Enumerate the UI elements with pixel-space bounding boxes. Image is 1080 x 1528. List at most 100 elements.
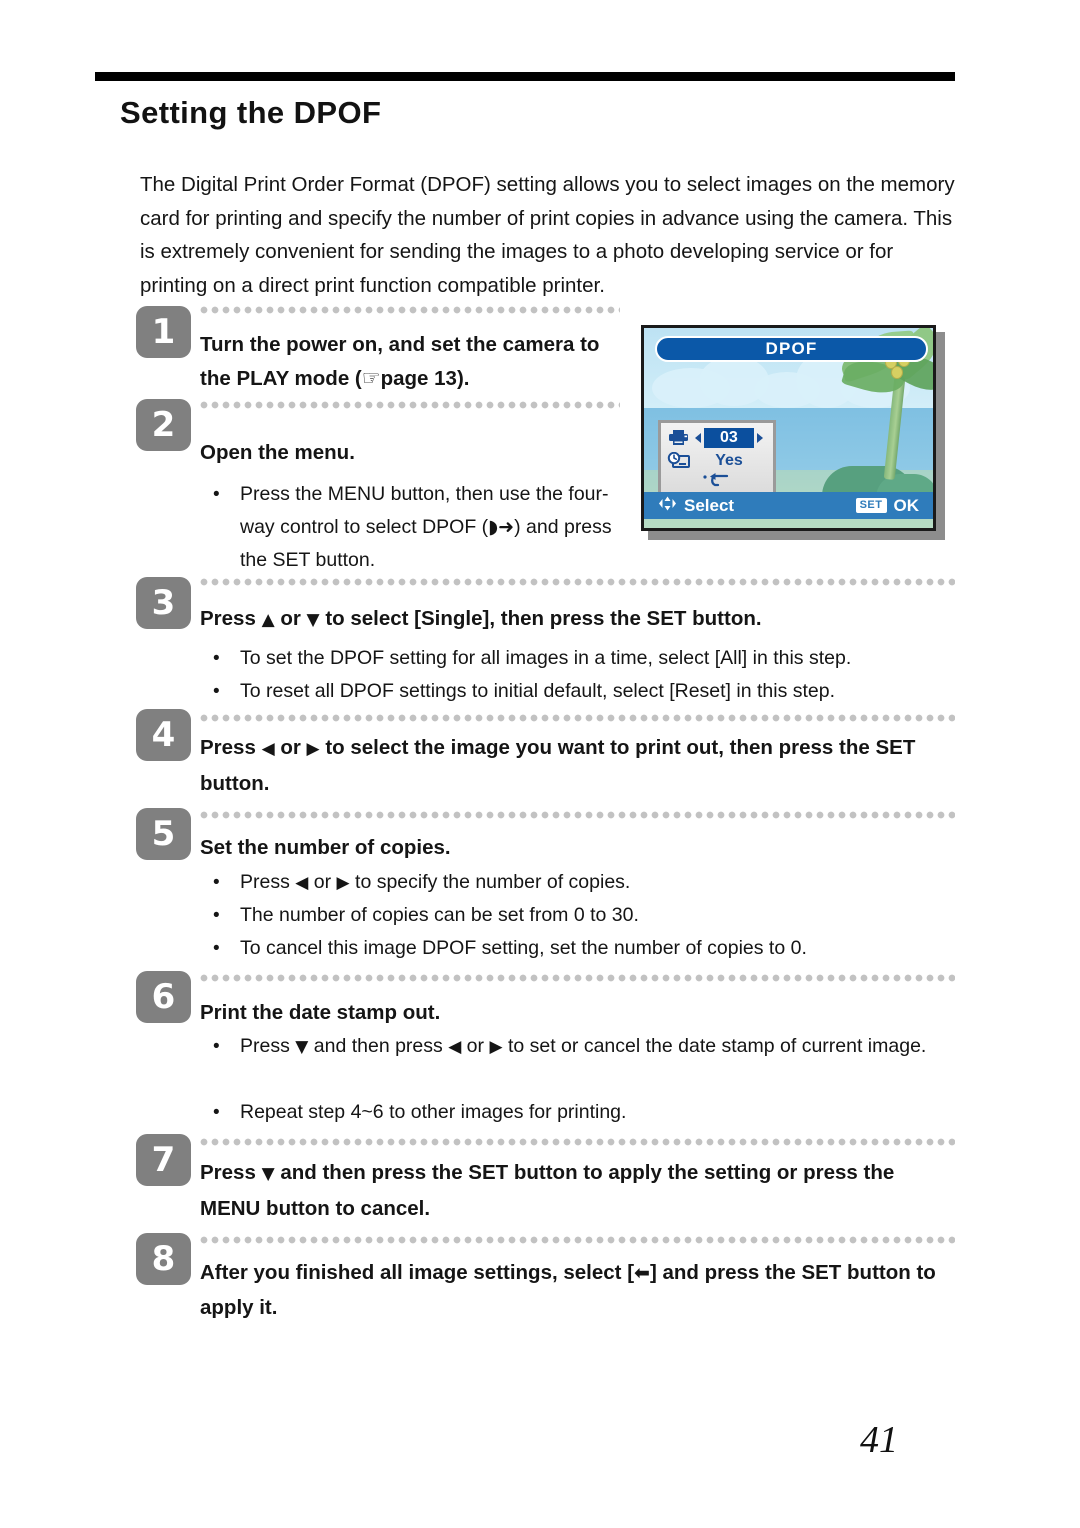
bullet-text-b: or	[308, 871, 337, 893]
step-divider	[200, 811, 955, 819]
return-arrow-icon	[702, 473, 732, 492]
step-4-lead: Press ◀ or ▶ to select the image you wan…	[200, 731, 955, 800]
bullet-text: Press ▼ and then press ◀ or ▶ to set or …	[213, 1030, 958, 1064]
down-arrow-icon: ▼	[306, 610, 320, 630]
return-arrow-icon: ⬅	[634, 1262, 650, 1284]
bullet-marker: •	[213, 648, 220, 669]
lcd-set-label: OK	[893, 495, 920, 515]
bullet-text: Repeat step 4~6 to other images for prin…	[240, 1101, 627, 1123]
step-number-badge: 6	[136, 971, 191, 1023]
step-6-bullet-1: • Press ▼ and then press ◀ or ▶ to set o…	[213, 1030, 958, 1064]
step-divider	[200, 401, 620, 409]
left-arrow-icon	[695, 432, 701, 443]
step-divider	[200, 974, 955, 982]
step-divider	[200, 1236, 955, 1244]
step-divider	[200, 714, 955, 722]
right-arrow-icon: ▶	[336, 873, 350, 893]
step-divider	[200, 306, 620, 314]
left-arrow-icon: ◀	[295, 873, 309, 893]
bullet-marker: •	[213, 1102, 220, 1123]
step-3-lead-a: Press	[200, 607, 262, 630]
four-way-arrows-icon	[658, 496, 677, 515]
bullet-marker: •	[213, 872, 220, 893]
return-row	[661, 471, 773, 494]
step-2-bullet-1: • Press the MENU button, then use the fo…	[213, 478, 638, 577]
lcd-nav-label: Select	[684, 495, 735, 515]
step-divider	[200, 1138, 955, 1146]
step-7-lead: Press ▼ and then press the SET button to…	[200, 1156, 955, 1225]
bullet-text-c: or	[461, 1035, 490, 1057]
bullet-text-b: and then press	[308, 1035, 449, 1057]
lcd-screen: DPOF 03 Yes Select SET OK	[641, 325, 936, 531]
bullet-text: The number of copies can be set from 0 t…	[240, 904, 639, 926]
bullet-text-c: to specify the number of copies.	[349, 871, 631, 893]
bullet-text-d: to set or cancel the date stamp of curre…	[502, 1035, 927, 1057]
step-3-bullet-1: • To set the DPOF setting for all images…	[213, 642, 958, 675]
intro-paragraph: The Digital Print Order Format (DPOF) se…	[140, 173, 955, 297]
bullet-text: To reset all DPOF settings to initial de…	[240, 680, 836, 702]
step-1-text-b: page 13).	[380, 366, 470, 390]
step-7-lead-a: Press	[200, 1161, 262, 1184]
dpof-arrow-icon: ◗➜	[488, 516, 515, 538]
step-5-bullet-3: • To cancel this image DPOF setting, set…	[213, 932, 958, 965]
step-5-bullet-2: • The number of copies can be set from 0…	[213, 899, 958, 932]
camera-lcd-illustration: DPOF 03 Yes Select SET OK	[641, 325, 945, 540]
step-number-badge: 2	[136, 399, 191, 451]
down-arrow-icon: ▼	[261, 1164, 275, 1184]
step-2-lead: Open the menu.	[200, 441, 355, 464]
pointing-hand-icon: ☞	[361, 365, 381, 390]
step-number-badge: 1	[136, 306, 191, 358]
step-3-lead-b: or	[274, 607, 307, 630]
down-arrow-icon: ▼	[295, 1037, 309, 1057]
date-stamp-row: Yes	[661, 449, 773, 472]
step-6-bullet-2: • Repeat step 4~6 to other images for pr…	[213, 1096, 958, 1129]
step-divider	[200, 578, 955, 586]
step-7-lead-c: and then press the SET button to apply t…	[200, 1161, 895, 1220]
right-arrow-icon: ▶	[306, 739, 320, 759]
lcd-set-hint: SET OK	[855, 495, 920, 516]
manual-page: Setting the DPOF The Digital Print Order…	[0, 0, 1080, 1528]
step-number-badge: 4	[136, 709, 191, 761]
step-number-badge: 8	[136, 1233, 191, 1285]
bullet-marker: •	[213, 938, 220, 959]
copies-row: 03	[661, 426, 773, 449]
page-number: 41	[860, 1419, 898, 1461]
step-number-badge: 3	[136, 577, 191, 629]
bullet-text-a: Press	[240, 1035, 296, 1057]
step-4-lead-b: or	[274, 736, 307, 759]
bullet-text: To cancel this image DPOF setting, set t…	[240, 937, 807, 959]
header-rule	[95, 72, 955, 81]
page-title: Setting the DPOF	[120, 95, 382, 130]
step-3-lead-c: to select [Single], then press the SET b…	[319, 607, 762, 630]
up-arrow-icon: ▲	[261, 610, 275, 630]
step-8-lead-a: After you finished all image settings, s…	[200, 1261, 635, 1284]
step-4-lead-a: Press	[200, 736, 262, 759]
bullet-marker: •	[213, 484, 220, 505]
bullet-text: Press the MENU button, then use the four…	[213, 478, 638, 577]
date-stamp-icon	[661, 452, 695, 469]
copies-value: 03	[704, 427, 754, 448]
step-5-bullet-1: • Press ◀ or ▶ to specify the number of …	[213, 866, 958, 900]
step-number-badge: 5	[136, 808, 191, 860]
bullet-marker: •	[213, 681, 220, 702]
coconut	[891, 366, 903, 379]
step-1-text: Turn the power on, and set the camera to…	[200, 328, 625, 395]
step-3-bullet-2: • To reset all DPOF settings to initial …	[213, 675, 958, 708]
step-8-lead: After you finished all image settings, s…	[200, 1256, 955, 1324]
step-3-lead: Press ▲ or ▼ to select [Single], then pr…	[200, 602, 955, 638]
bullet-text: Press ◀ or ▶ to specify the number of co…	[213, 866, 958, 900]
bullet-text: To set the DPOF setting for all images i…	[240, 647, 852, 669]
lcd-title-bar: DPOF	[655, 336, 928, 362]
right-arrow-icon: ▶	[489, 1037, 503, 1057]
set-chip: SET	[855, 498, 887, 513]
left-arrow-icon: ◀	[261, 739, 275, 759]
printer-icon	[661, 429, 695, 446]
step-5-lead: Set the number of copies.	[200, 836, 451, 859]
left-arrow-icon: ◀	[448, 1037, 462, 1057]
dpof-settings-panel: 03 Yes	[658, 420, 776, 495]
right-arrow-icon	[756, 432, 763, 443]
step-number-badge: 7	[136, 1134, 191, 1186]
step-6-lead: Print the date stamp out.	[200, 1001, 441, 1024]
lcd-nav-hint: Select	[658, 496, 734, 516]
bullet-text-a: Press	[240, 871, 296, 893]
